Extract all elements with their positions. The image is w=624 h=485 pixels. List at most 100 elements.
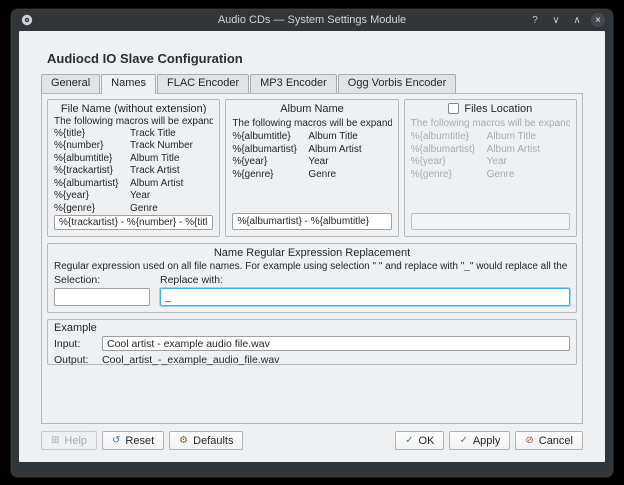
help-icon: ⊞ bbox=[51, 436, 59, 446]
tab-general[interactable]: General bbox=[41, 74, 100, 93]
macro-name: %{year} bbox=[54, 190, 130, 203]
macro-desc: Genre bbox=[130, 203, 213, 216]
album-name-intro: The following macros will be expanded: bbox=[232, 117, 391, 130]
macro-desc: Album Artist bbox=[130, 178, 213, 191]
example-input-label: Input: bbox=[54, 338, 94, 350]
macro-desc: Album Artist bbox=[308, 144, 391, 157]
macro-desc: Year bbox=[487, 156, 570, 169]
macro-row: %{number} Track Number bbox=[54, 140, 213, 153]
macro-row: %{albumartist} Album Artist bbox=[232, 144, 391, 157]
macro-row: %{albumartist} Album Artist bbox=[411, 144, 570, 157]
apply-button-label: Apply bbox=[473, 435, 501, 447]
help-button: ⊞ Help bbox=[41, 431, 97, 450]
macro-row: %{year} Year bbox=[232, 156, 391, 169]
macro-name: %{year} bbox=[232, 156, 308, 169]
regex-replacement-group: Name Regular Expression Replacement Regu… bbox=[47, 243, 577, 313]
macro-desc: Genre bbox=[487, 169, 570, 182]
macro-row: %{title} Track Title bbox=[54, 128, 213, 141]
reset-button[interactable]: ↺ Reset bbox=[102, 431, 164, 450]
macro-desc: Album Artist bbox=[487, 144, 570, 157]
example-output-value: Cool_artist_-_example_audio_file.wav bbox=[102, 354, 570, 366]
macro-row: %{year} Year bbox=[54, 190, 213, 203]
example-input-field[interactable] bbox=[102, 336, 570, 351]
macro-name: %{albumartist} bbox=[54, 178, 130, 191]
example-group: Example Input: Output: Cool_artist_-_exa… bbox=[47, 319, 577, 365]
tab-mp3-encoder[interactable]: MP3 Encoder bbox=[250, 74, 337, 93]
reset-icon: ↺ bbox=[112, 436, 120, 446]
replace-with-label: Replace with: bbox=[160, 274, 570, 286]
macro-row: %{albumartist} Album Artist bbox=[54, 178, 213, 191]
regex-group-title: Name Regular Expression Replacement bbox=[54, 247, 570, 259]
tab-ogg-vorbis-encoder[interactable]: Ogg Vorbis Encoder bbox=[338, 74, 456, 93]
cancel-button-label: Cancel bbox=[539, 435, 573, 447]
ok-check-icon: ✓ bbox=[405, 436, 413, 446]
files-location-checkbox[interactable] bbox=[448, 103, 459, 114]
macro-name: %{albumartist} bbox=[232, 144, 308, 157]
files-location-pattern-input bbox=[411, 213, 570, 230]
window-title: Audio CDs — System Settings Module bbox=[11, 14, 613, 26]
replace-with-input[interactable] bbox=[160, 288, 570, 306]
dialog-button-bar: ⊞ Help ↺ Reset ⚙ Defaults ✓ OK ✓ bbox=[41, 431, 583, 450]
file-name-group-title: File Name (without extension) bbox=[54, 103, 213, 114]
macro-desc: Year bbox=[308, 156, 391, 169]
selection-label: Selection: bbox=[54, 274, 150, 286]
macro-desc: Track Artist bbox=[130, 165, 213, 178]
macro-name: %{albumtitle} bbox=[411, 131, 487, 144]
defaults-icon: ⚙ bbox=[179, 436, 188, 446]
tab-flac-encoder[interactable]: FLAC Encoder bbox=[157, 74, 249, 93]
maximize-button[interactable]: ∧ bbox=[570, 13, 584, 27]
macro-name: %{genre} bbox=[232, 169, 308, 182]
macro-name: %{number} bbox=[54, 140, 130, 153]
macro-row: %{trackartist} Track Artist bbox=[54, 165, 213, 178]
file-name-group: File Name (without extension) The follow… bbox=[47, 99, 220, 237]
file-name-pattern-input[interactable] bbox=[54, 215, 213, 230]
macro-name: %{genre} bbox=[411, 169, 487, 182]
macro-name: %{trackartist} bbox=[54, 165, 130, 178]
settings-window: Audio CDs — System Settings Module ? ∨ ∧… bbox=[10, 8, 614, 478]
macro-desc: Track Number bbox=[130, 140, 213, 153]
reset-button-label: Reset bbox=[125, 435, 154, 447]
file-name-intro: The following macros will be expanded: bbox=[54, 115, 213, 126]
macro-row: %{year} Year bbox=[411, 156, 570, 169]
ok-button-label: OK bbox=[419, 435, 435, 447]
macro-row: %{albumtitle} Album Title bbox=[411, 131, 570, 144]
files-location-group: Files Location The following macros will… bbox=[404, 99, 577, 237]
selection-input[interactable] bbox=[54, 288, 150, 306]
macro-desc: Album Title bbox=[130, 153, 213, 166]
album-name-group: Album Name The following macros will be … bbox=[225, 99, 398, 237]
page-title: Audiocd IO Slave Configuration bbox=[47, 51, 605, 67]
help-window-button[interactable]: ? bbox=[528, 13, 542, 27]
album-name-pattern-input[interactable] bbox=[232, 213, 391, 230]
macro-name: %{title} bbox=[54, 128, 130, 141]
macro-name: %{year} bbox=[411, 156, 487, 169]
apply-button[interactable]: ✓ Apply bbox=[449, 431, 510, 450]
macro-name: %{genre} bbox=[54, 203, 130, 216]
cancel-button[interactable]: ⊘ Cancel bbox=[515, 431, 583, 450]
minimize-button[interactable]: ∨ bbox=[549, 13, 563, 27]
content-panel: Audiocd IO Slave Configuration General N… bbox=[19, 31, 605, 462]
macro-row: %{albumtitle} Album Title bbox=[232, 131, 391, 144]
help-button-label: Help bbox=[64, 435, 87, 447]
files-location-intro: The following macros will be expanded: bbox=[411, 117, 570, 130]
audio-cd-icon bbox=[21, 14, 33, 26]
macro-name: %{albumtitle} bbox=[54, 153, 130, 166]
macro-desc: Album Title bbox=[308, 131, 391, 144]
macro-row: %{genre} Genre bbox=[411, 169, 570, 182]
defaults-button[interactable]: ⚙ Defaults bbox=[169, 431, 243, 450]
names-tab-page: File Name (without extension) The follow… bbox=[41, 93, 583, 424]
ok-button[interactable]: ✓ OK bbox=[395, 431, 444, 450]
files-location-group-title: Files Location bbox=[411, 103, 570, 116]
close-button[interactable]: × bbox=[591, 13, 605, 27]
macro-name: %{albumartist} bbox=[411, 144, 487, 157]
screen-background: Audio CDs — System Settings Module ? ∨ ∧… bbox=[0, 0, 624, 485]
titlebar[interactable]: Audio CDs — System Settings Module ? ∨ ∧… bbox=[11, 9, 613, 31]
macro-name: %{albumtitle} bbox=[232, 131, 308, 144]
regex-description: Regular expression used on all file name… bbox=[54, 260, 570, 272]
macro-row: %{albumtitle} Album Title bbox=[54, 153, 213, 166]
macro-row: %{genre} Genre bbox=[232, 169, 391, 182]
apply-check-icon: ✓ bbox=[459, 436, 467, 446]
macro-desc: Album Title bbox=[487, 131, 570, 144]
example-group-title: Example bbox=[54, 322, 570, 335]
tab-bar: General Names FLAC Encoder MP3 Encoder O… bbox=[41, 73, 583, 93]
tab-names[interactable]: Names bbox=[101, 74, 156, 94]
